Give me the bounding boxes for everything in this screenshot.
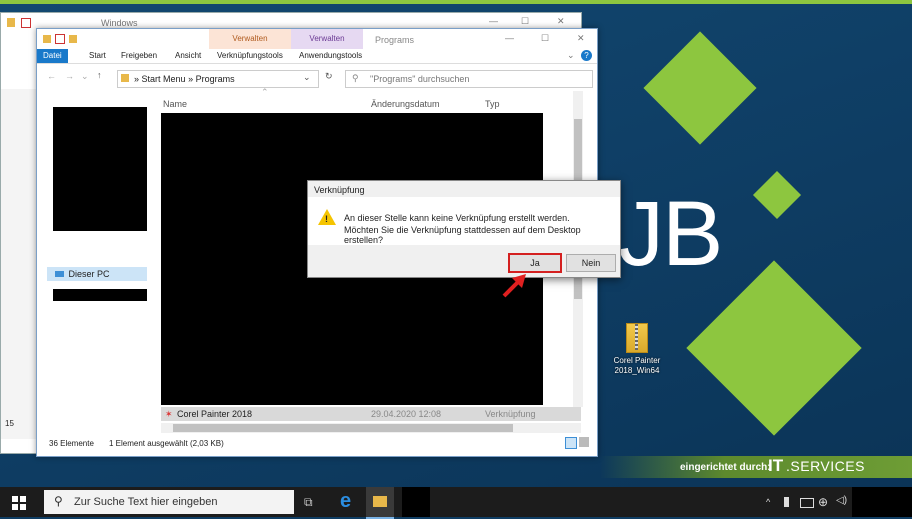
chevron-down-icon[interactable]: ⌄	[81, 71, 89, 82]
computer-icon	[55, 271, 64, 277]
tab-start[interactable]: Start	[89, 49, 106, 63]
background-window-title: Windows	[101, 18, 138, 28]
windows-start-icon[interactable]	[12, 496, 26, 510]
nav-item-dieser-pc[interactable]: Dieser PC	[47, 267, 147, 281]
folder-icon	[373, 496, 387, 507]
title-bar: Verwalten Verwalten Programs — ☐ ✕	[37, 29, 597, 49]
navigation-pane: Dieser PC	[37, 91, 155, 425]
context-tab-app-header: Verwalten	[291, 29, 363, 49]
redacted-area	[53, 289, 147, 301]
checkbox-icon	[55, 34, 65, 44]
zip-folder-icon	[626, 323, 648, 353]
context-tab-shortcut-header: Verwalten	[209, 29, 291, 49]
row-name: Corel Painter 2018	[177, 409, 253, 419]
table-row-selected[interactable]: ✶ Corel Painter 2018 29.04.2020 12:08 Ve…	[161, 407, 581, 421]
selection-info: 1 Element ausgewählt (2,03 KB)	[109, 439, 224, 448]
folder-icon	[43, 35, 51, 43]
no-button[interactable]: Nein	[566, 254, 616, 272]
redacted-area	[402, 487, 430, 517]
tiles-view-icon[interactable]	[579, 437, 589, 447]
refresh-icon[interactable]: ↻	[325, 71, 333, 82]
tab-datei[interactable]: Datei	[37, 49, 68, 63]
details-view-icon[interactable]	[565, 437, 577, 449]
side-number: 15	[5, 419, 14, 428]
close-icon[interactable]: ✕	[577, 33, 585, 44]
checkbox-icon	[21, 18, 31, 28]
address-dropdown-icon[interactable]: ⌄	[303, 72, 311, 83]
breadcrumb-sep: »	[134, 74, 140, 84]
tab-verknuepfungstools[interactable]: Verknüpfungstools	[217, 49, 283, 63]
minimize-icon[interactable]: —	[505, 33, 514, 43]
nav-item-label: Dieser PC	[68, 269, 110, 279]
horizontal-scrollbar[interactable]	[161, 423, 581, 433]
sort-chevron-icon: ⌃	[261, 87, 269, 97]
dialog-title: Verknüpfung	[314, 185, 365, 195]
battery-icon[interactable]	[800, 498, 814, 508]
search-input[interactable]: ⚲ "Programs" durchsuchen	[345, 70, 593, 88]
warning-exclamation: !	[325, 214, 328, 224]
tray-chevron-up-icon[interactable]: ^	[766, 497, 770, 507]
help-icon[interactable]: ?	[581, 50, 592, 61]
address-bar[interactable]: » Start Menu » Programs	[117, 70, 319, 88]
edge-browser-icon[interactable]: e	[340, 490, 351, 513]
task-view-icon[interactable]: ⧉	[304, 495, 313, 510]
wallpaper-logo-text: JB	[618, 183, 723, 285]
expand-ribbon-icon[interactable]: ⌄	[567, 50, 575, 61]
breadcrumb-start-menu[interactable]: Start Menu	[142, 74, 186, 84]
dialog-message-line1: An dieser Stelle kann keine Verknüpfung …	[344, 213, 570, 223]
scrollbar-thumb[interactable]	[173, 424, 513, 432]
search-icon: ⚲	[54, 494, 63, 508]
back-arrow-icon[interactable]: ←	[47, 71, 56, 81]
brand-prefix: eingerichtet durch:	[680, 462, 771, 473]
redacted-area	[852, 487, 912, 517]
taskbar-search-input[interactable]: ⚲ Zur Suche Text hier eingeben	[44, 490, 294, 514]
maximize-icon[interactable]: ☐	[541, 33, 549, 44]
dialog-message-line2: Möchten Sie die Verknüpfung stattdessen …	[344, 225, 581, 245]
tab-anwendungstools[interactable]: Anwendungstools	[299, 49, 362, 63]
desktop-icon-corel-painter[interactable]: Corel Painter 2018_Win64	[612, 323, 662, 376]
column-name[interactable]: Name	[163, 99, 187, 109]
ribbon-tabs: Datei Start Freigeben Ansicht Verknüpfun…	[37, 49, 597, 64]
maximize-icon[interactable]: ☐	[521, 16, 529, 27]
minimize-icon[interactable]: —	[489, 16, 498, 26]
left-panel-strip	[1, 89, 37, 439]
folder-icon	[7, 18, 15, 27]
breadcrumb: » Start Menu » Programs	[134, 74, 235, 84]
shortcut-app-icon: ✶	[165, 409, 173, 419]
tab-ansicht[interactable]: Ansicht	[175, 49, 201, 63]
up-arrow-icon[interactable]: ↑	[97, 70, 102, 80]
column-type[interactable]: Typ	[485, 99, 500, 109]
shortcut-dialog[interactable]: Verknüpfung ! An dieser Stelle kann kein…	[307, 180, 621, 278]
taskbar-search-placeholder: Zur Suche Text hier eingeben	[74, 496, 218, 508]
row-type: Verknüpfung	[485, 409, 536, 419]
redacted-area	[53, 107, 147, 231]
forward-arrow-icon[interactable]: →	[65, 71, 74, 81]
pointer-arrow-annotation	[502, 274, 526, 298]
network-globe-icon[interactable]: ⊕	[818, 495, 828, 509]
address-row: ← → ⌄ ↑ » Start Menu » Programs ⌄ ↻ ⚲ "P…	[37, 67, 597, 89]
usb-icon[interactable]	[784, 497, 789, 507]
search-icon: ⚲	[352, 73, 359, 83]
row-date: 29.04.2020 12:08	[371, 409, 442, 419]
file-explorer-taskbar-icon[interactable]	[366, 487, 394, 519]
window-title: Programs	[375, 35, 415, 45]
brand-it: IT	[768, 456, 784, 475]
breadcrumb-programs[interactable]: Programs	[196, 74, 235, 84]
volume-icon[interactable]: ◁)	[836, 495, 847, 506]
dialog-body: ! An dieser Stelle kann keine Verknüpfun…	[308, 197, 620, 245]
item-count: 36 Elemente	[49, 439, 94, 448]
breadcrumb-sep: »	[188, 74, 194, 84]
search-placeholder: "Programs" durchsuchen	[370, 74, 470, 84]
status-bar: 36 Elemente 1 Element ausgewählt (2,03 K…	[37, 435, 597, 453]
column-date[interactable]: Änderungsdatum	[371, 99, 440, 109]
close-icon[interactable]: ✕	[557, 16, 565, 27]
folder-icon	[121, 74, 129, 82]
desktop-icon-label: Corel Painter 2018_Win64	[613, 356, 661, 375]
brand-services: .SERVICES	[786, 458, 865, 474]
tab-freigeben[interactable]: Freigeben	[121, 49, 157, 63]
folder-icon	[69, 35, 77, 43]
